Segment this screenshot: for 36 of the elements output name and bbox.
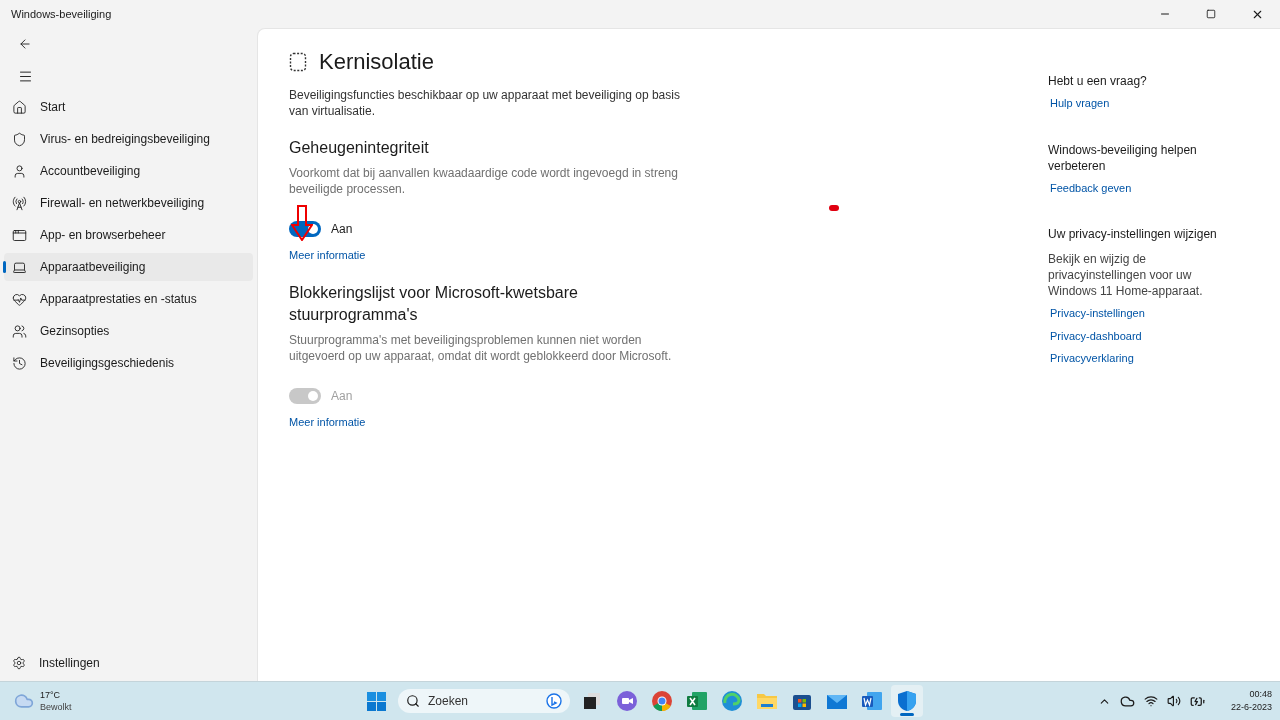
clock-time: 00:48 <box>1249 688 1272 701</box>
clock-date: 22-6-2023 <box>1230 701 1272 714</box>
search-input[interactable]: Zoeken <box>428 692 538 710</box>
more-info-link[interactable]: Meer informatie <box>289 247 366 264</box>
sidebar-item[interactable]: App- en browserbeheer <box>4 221 253 249</box>
panel-text: Bekijk en wijzig de privacyinstellingen voor uw Windows 11 Home-apparaat. <box>1048 251 1204 299</box>
sidebar-item[interactable]: Firewall- en netwerkbeveiliging <box>4 189 253 217</box>
toggle-label: Aan <box>331 387 353 405</box>
panel-link[interactable]: Privacy-dashboard <box>1050 327 1142 344</box>
settings-button[interactable]: Instellingen <box>4 649 253 677</box>
panel-heading: Hebt u een vraag? <box>1048 73 1148 89</box>
panel-link[interactable]: Hulp vragen <box>1050 95 1110 112</box>
panel-heading: Uw privacy-instellingen wijzigen <box>1048 226 1218 242</box>
sidebar-item[interactable]: Beveiligingsgeschiedenis <box>4 349 253 377</box>
sidebar-item[interactable]: Virus- en bedreigingsbeveiliging <box>4 125 253 153</box>
page-description: Beveiligingsfuncties beschikbaar op uw apparaat met beveiliging op basis van virtualisatie. <box>289 87 681 119</box>
more-info-link[interactable]: Meer informatie <box>289 413 366 430</box>
search-bar[interactable]: Zoeken <box>398 689 570 713</box>
sidebar-item[interactable]: Gezinsopties <box>4 317 253 345</box>
page-title: Kernisolatie <box>319 48 434 76</box>
weather-temperature: 17°C <box>40 689 62 701</box>
section-heading: Geheugenintegriteit <box>289 138 430 158</box>
sidebar-item[interactable]: Start <box>4 93 253 121</box>
panel-link[interactable]: Feedback geven <box>1050 179 1132 196</box>
weather-condition: Bewolkt <box>40 701 72 713</box>
section-description: Stuurprogramma's met beveiligingsproblemen kunnen niet worden uitgevoerd op uw apparaat, omdat dit wordt geblokkeerd door Microsoft. <box>289 331 673 364</box>
sidebar-item[interactable]: Apparaatbeveiliging <box>4 253 253 281</box>
section-description: Voorkomt dat bij aanvallen kwaadaardige code wordt ingevoegd in streng beveiligde processen. <box>289 165 679 197</box>
panel-link[interactable]: Privacyverklaring <box>1050 350 1134 367</box>
panel-heading: Windows-beveiliging helpen verbeteren <box>1048 141 1198 174</box>
sidebar-item[interactable]: Accountbeveiliging <box>4 157 253 185</box>
sidebar-item[interactable]: Apparaatprestaties en -status <box>4 285 253 313</box>
section-heading: Blokkeringslijst voor Microsoft-kwetsbare stuurprogramma's <box>289 282 579 325</box>
panel-link[interactable]: Privacy-instellingen <box>1050 305 1145 322</box>
toggle-label: Aan <box>331 221 353 238</box>
window-title: Windows-beveiliging <box>10 6 112 22</box>
